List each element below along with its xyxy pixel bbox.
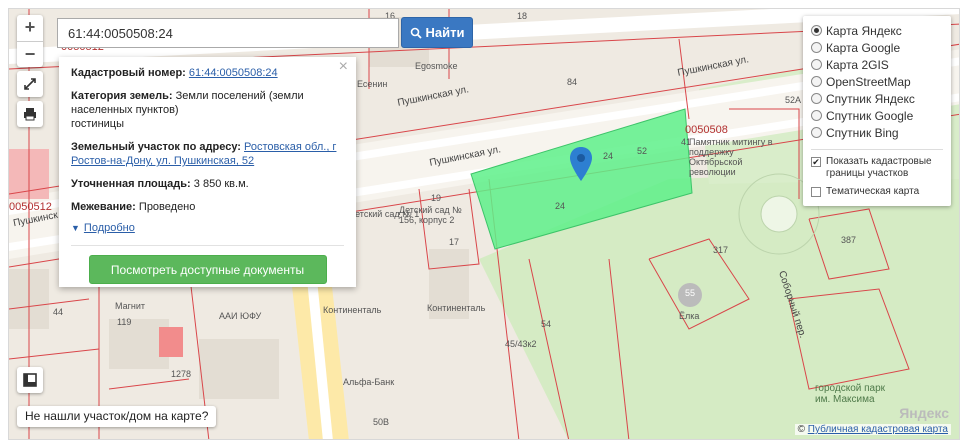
radio-icon[interactable] bbox=[811, 25, 822, 36]
plot-number: 19 bbox=[431, 193, 442, 203]
thematic-map-checkbox[interactable]: Тематическая карта bbox=[811, 186, 951, 198]
search-button[interactable]: Найти bbox=[401, 17, 473, 48]
radio-icon[interactable] bbox=[811, 42, 822, 53]
layer-option[interactable]: Карта Google bbox=[811, 39, 951, 56]
plot-number: 50В bbox=[373, 417, 390, 427]
chevron-down-icon: ▼ bbox=[71, 223, 80, 233]
plot-number: 24 bbox=[555, 201, 566, 211]
radio-icon[interactable] bbox=[811, 59, 822, 70]
checkbox-icon[interactable] bbox=[811, 187, 821, 197]
checkbox-icon[interactable]: ✔ bbox=[811, 157, 821, 167]
fullscreen-icon bbox=[24, 78, 36, 90]
layer-option[interactable]: OpenStreetMap bbox=[811, 73, 951, 90]
layer-switcher: Карта Яндекс Карта Google Карта 2GIS Ope… bbox=[803, 16, 951, 206]
survey-value: Проведено bbox=[138, 201, 196, 213]
poi-label: Альфа-Банк bbox=[343, 377, 395, 387]
search-input[interactable] bbox=[57, 18, 399, 48]
plot-number: 84 bbox=[567, 77, 578, 87]
poi-label: Есенин bbox=[357, 79, 388, 89]
plus-icon[interactable]: + bbox=[17, 15, 43, 41]
poi-label: Ёлка bbox=[679, 311, 700, 321]
search-icon bbox=[410, 27, 422, 39]
plot-number: 317 bbox=[713, 245, 729, 255]
layer-option[interactable]: Спутник Яндекс bbox=[811, 90, 951, 107]
divider bbox=[811, 149, 943, 150]
print-icon bbox=[24, 108, 36, 121]
radio-icon[interactable] bbox=[811, 76, 822, 87]
details-toggle[interactable]: ▼ Подробно bbox=[71, 221, 344, 235]
divider bbox=[71, 245, 344, 246]
survey-label: Межевание: bbox=[71, 201, 136, 213]
layer-option[interactable]: Карта Яндекс bbox=[811, 22, 951, 39]
plot-number: 119 bbox=[117, 317, 132, 327]
plot-number: 52 bbox=[637, 146, 648, 156]
map-canvas[interactable]: Пушкинская ул. Пушкинская ул. Пушкинская… bbox=[8, 8, 960, 440]
minus-icon[interactable]: − bbox=[17, 41, 43, 67]
poi-label: ААИ ЮФУ bbox=[219, 311, 262, 321]
poi-label: Магнит bbox=[115, 301, 146, 311]
category-row: Категория земель: Земли поселений (земли… bbox=[71, 89, 344, 131]
layer-option[interactable]: Спутник Google bbox=[811, 107, 951, 124]
radio-icon[interactable] bbox=[811, 110, 822, 121]
plot-number: 52А bbox=[785, 95, 802, 105]
category-label: Категория земель: bbox=[71, 90, 173, 102]
poi-label: 55 bbox=[685, 288, 696, 298]
plot-number: 17 bbox=[449, 237, 460, 247]
layer-option[interactable]: Спутник Bing bbox=[811, 124, 951, 141]
survey-row: Межевание: Проведено bbox=[71, 200, 344, 214]
radio-icon[interactable] bbox=[811, 93, 822, 104]
plot-number: 41 bbox=[681, 137, 692, 147]
plot-number: 1278 bbox=[171, 369, 192, 379]
attribution: © Публичная кадастровая карта bbox=[794, 424, 951, 435]
cadastral-number-row: Кадастровый номер: 61:44:0050508:24 bbox=[71, 66, 344, 80]
close-icon[interactable]: × bbox=[339, 59, 348, 75]
plot-number: 387 bbox=[841, 235, 857, 245]
area-value: 3 850 кв.м. bbox=[193, 178, 249, 190]
park-label: городской парк им. Максима bbox=[815, 383, 886, 405]
parcel-info-card: × Кадастровый номер: 61:44:0050508:24 Ка… bbox=[59, 57, 356, 287]
ruler-icon bbox=[23, 373, 37, 387]
poi-label: Континенталь bbox=[323, 305, 382, 315]
area-row: Уточненная площадь: 3 850 кв.м. bbox=[71, 177, 344, 191]
address-row: Земельный участок по адресу: Ростовская … bbox=[71, 140, 344, 168]
plot-number: 44 bbox=[53, 307, 64, 317]
poi-label: Континенталь bbox=[427, 303, 486, 313]
yandex-logo: Яндекс bbox=[899, 405, 949, 421]
address-label: Земельный участок по адресу: bbox=[71, 141, 241, 153]
view-documents-button[interactable]: Посмотреть доступные документы bbox=[88, 255, 327, 284]
ruler-button[interactable] bbox=[17, 367, 43, 393]
cadastral-boundaries-checkbox[interactable]: ✔ Показать кадастровые границы участков bbox=[811, 156, 951, 180]
map-marker-icon[interactable] bbox=[570, 147, 592, 181]
land-use-value: гостиницы bbox=[71, 118, 124, 130]
plot-number: 45/43к2 bbox=[505, 339, 537, 349]
poi-label: Egosmoke bbox=[415, 61, 458, 71]
zoom-controls: + − bbox=[17, 15, 43, 67]
quarter-number: 0050512 bbox=[9, 201, 52, 213]
plot-number: 24 bbox=[603, 151, 614, 161]
print-button[interactable] bbox=[17, 101, 43, 127]
cadastral-number-link[interactable]: 61:44:0050508:24 bbox=[189, 67, 278, 79]
layer-option[interactable]: Карта 2GIS bbox=[811, 56, 951, 73]
poi-label: Памятник митингу в поддержку Октябрьской… bbox=[689, 137, 773, 177]
fullscreen-button[interactable] bbox=[17, 71, 43, 97]
radio-icon[interactable] bbox=[811, 127, 822, 138]
search-button-label: Найти bbox=[425, 25, 465, 40]
not-found-button[interactable]: Не нашли участок/дом на карте? bbox=[17, 406, 217, 427]
plot-number: 18 bbox=[517, 11, 528, 21]
details-link[interactable]: Подробно bbox=[84, 222, 135, 234]
poi-label: Детский сад № 1 bbox=[349, 209, 420, 219]
cadastral-number-label: Кадастровый номер: bbox=[71, 67, 186, 79]
attribution-link[interactable]: Публичная кадастровая карта bbox=[808, 424, 948, 435]
area-label: Уточненная площадь: bbox=[71, 178, 191, 190]
plot-number: 54 bbox=[541, 319, 552, 329]
quarter-number: 0050508 bbox=[685, 124, 728, 136]
